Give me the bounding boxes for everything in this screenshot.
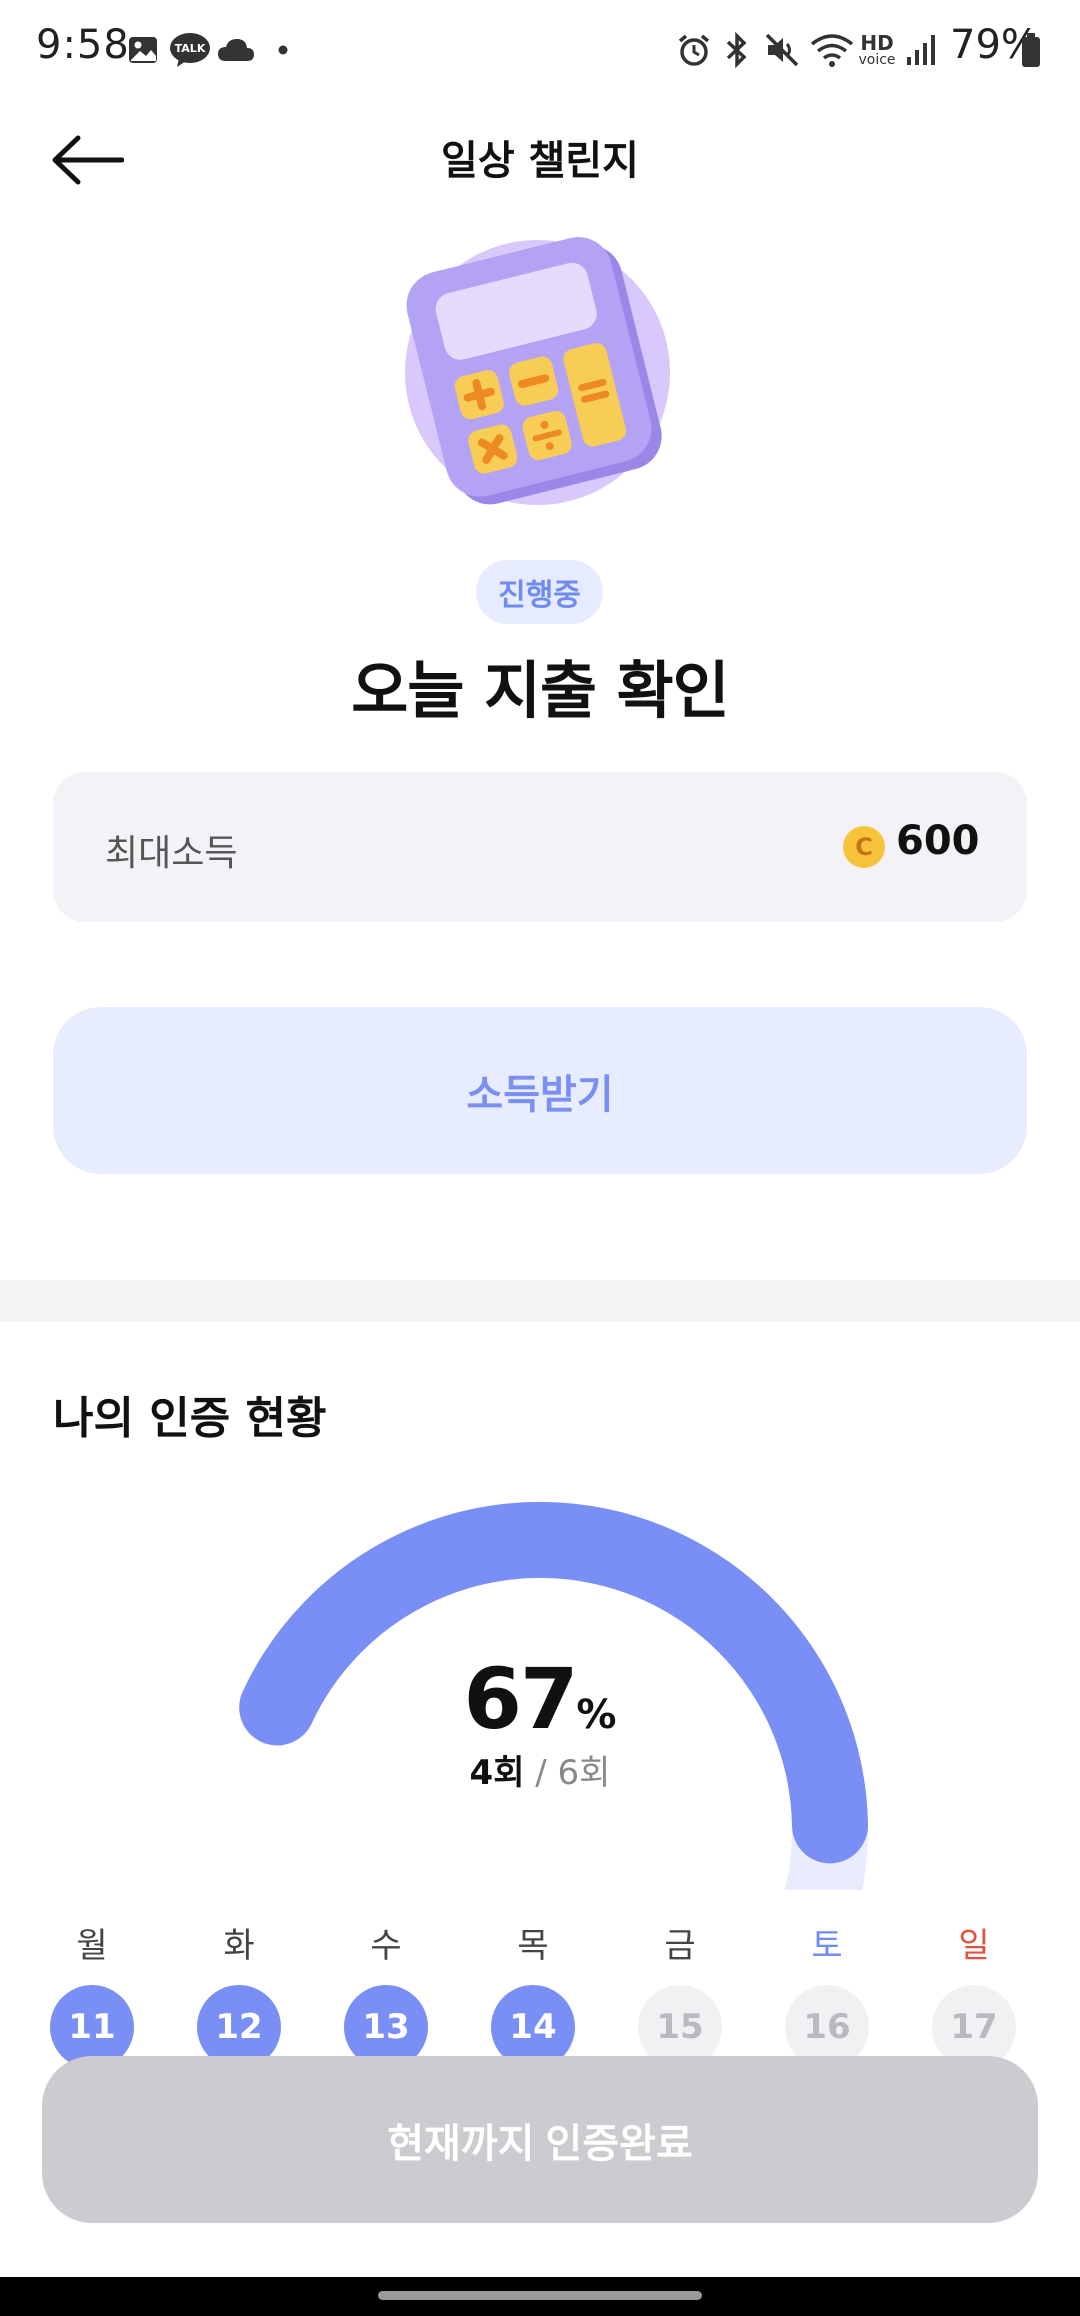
status-bar: 9:58 TALK HD voice 79% — [0, 0, 1080, 100]
weekday-label: 목 — [517, 1926, 549, 1966]
calculator-illustration — [405, 237, 670, 505]
total-count: 6회 — [557, 1753, 611, 1793]
challenge-title: 오늘 지출 확인 — [351, 654, 729, 727]
max-income-card: 최대소득 C 600 — [53, 772, 1027, 922]
weekday-label: 일 — [958, 1926, 990, 1966]
alarm-icon — [676, 30, 712, 70]
coin-icon: C — [843, 826, 885, 868]
image-icon — [126, 30, 160, 70]
page-title: 일상 챌린지 — [441, 138, 639, 184]
weekday-label: 금 — [664, 1926, 696, 1966]
cloud-icon — [216, 30, 256, 70]
home-gesture-handle[interactable] — [378, 2291, 702, 2300]
claim-income-button[interactable]: 소득받기 — [53, 1007, 1027, 1174]
signal-icon — [904, 30, 938, 70]
dot-icon — [276, 30, 290, 70]
max-income-value: 600 — [896, 818, 980, 864]
kakaotalk-icon: TALK — [168, 30, 212, 70]
hd-label: HD — [860, 31, 894, 55]
count-separator: / — [524, 1753, 558, 1793]
certification-status-title: 나의 인증 현황 — [53, 1393, 327, 1444]
done-count: 4회 — [469, 1753, 525, 1793]
certification-complete-button[interactable]: 현재까지 인증완료 — [42, 2056, 1038, 2223]
progress-percent: 67% — [0, 1650, 1080, 1748]
status-badge: 진행중 — [476, 560, 603, 624]
status-time: 9:58 — [36, 22, 130, 68]
section-divider — [0, 1280, 1080, 1322]
bluetooth-icon — [722, 30, 752, 70]
voice-label: voice — [858, 52, 896, 68]
percent-sign: % — [576, 1692, 617, 1738]
mute-icon — [764, 30, 800, 70]
hd-voice-icon: HD voice — [856, 30, 898, 70]
percent-value: 67 — [463, 1650, 579, 1748]
wifi-icon — [810, 30, 854, 70]
max-income-label: 최대소득 — [105, 833, 238, 874]
weekday-label: 토 — [811, 1926, 843, 1966]
progress-count: 4회 / 6회 — [0, 1745, 1080, 1794]
battery-icon — [1018, 30, 1044, 70]
weekday-label: 월 — [76, 1926, 108, 1966]
weekday-label: 화 — [223, 1926, 255, 1966]
weekday-label: 수 — [370, 1926, 402, 1966]
svg-text:TALK: TALK — [175, 42, 206, 55]
